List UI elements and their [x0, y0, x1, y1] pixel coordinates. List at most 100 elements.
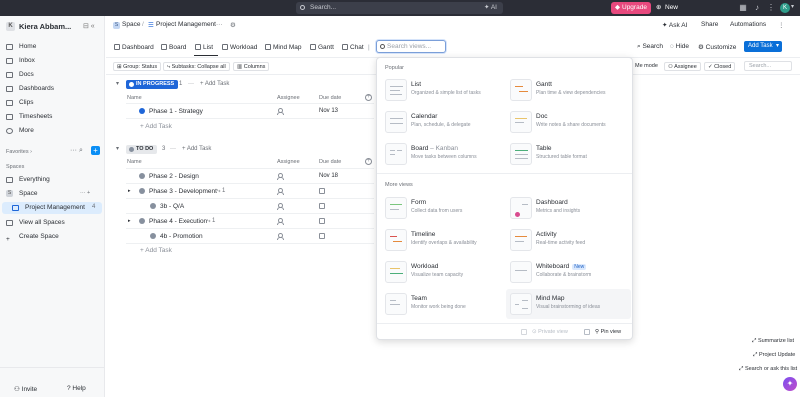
- sidebar-item-create-space[interactable]: + Create Space: [6, 231, 100, 243]
- customize-button[interactable]: ⚙ Customize: [698, 43, 736, 51]
- assignee-filter-button[interactable]: ⚇ Assignee: [664, 62, 701, 71]
- search-button[interactable]: ⌕ Search: [637, 43, 663, 51]
- add-space-button[interactable]: +: [91, 146, 100, 155]
- private-view-checkbox[interactable]: [521, 329, 527, 335]
- spaces-options-icon[interactable]: ··· ⌕: [70, 147, 83, 155]
- breadcrumb-space[interactable]: Space: [122, 21, 140, 28]
- automations-button[interactable]: Automations: [730, 21, 766, 28]
- sidebar-item-inbox[interactable]: Inbox: [6, 55, 100, 67]
- project-update-link[interactable]: ⤢ Project Update: [753, 352, 795, 359]
- tab-gantt[interactable]: Gantt: [310, 43, 334, 53]
- tab-workload[interactable]: Workload: [222, 43, 257, 53]
- column-header-name[interactable]: Name: [127, 95, 142, 101]
- view-option-team[interactable]: Team Monitor work being done: [385, 291, 507, 317]
- view-option-gantt[interactable]: Gantt Plan time & view dependencies: [510, 77, 632, 103]
- tab-dashboard[interactable]: Dashboard: [114, 43, 154, 53]
- task-name[interactable]: Phase 3 - Development: [149, 188, 217, 195]
- assignee-icon[interactable]: [277, 108, 285, 115]
- calendar-icon[interactable]: [319, 188, 325, 194]
- assignee-icon[interactable]: [277, 203, 285, 210]
- due-date[interactable]: Nov 13: [319, 108, 338, 114]
- task-status-icon[interactable]: [139, 218, 145, 224]
- view-option-calendar[interactable]: Calendar Plan, schedule, & delegate: [385, 109, 507, 135]
- group-more-icon[interactable]: ···: [188, 81, 194, 87]
- closed-filter-button[interactable]: ✓ Closed: [704, 62, 736, 71]
- grid-icon[interactable]: ⋮: [766, 3, 776, 13]
- status-badge[interactable]: TO DO: [126, 145, 158, 154]
- add-task-button[interactable]: Add Task ▾: [744, 41, 782, 52]
- calendar-icon[interactable]: [319, 203, 325, 209]
- help-button[interactable]: ? Help: [67, 385, 86, 392]
- view-option-mind-map[interactable]: Mind Map Visual brainstorming of ideas: [506, 289, 631, 319]
- new-button[interactable]: ⊕ New: [656, 2, 684, 14]
- tab-mind-map[interactable]: Mind Map: [265, 43, 302, 53]
- apps-icon[interactable]: ▦: [738, 3, 748, 13]
- group-more-icon[interactable]: ···: [170, 146, 176, 152]
- view-option-dashboard[interactable]: Dashboard Metrics and insights: [510, 195, 632, 221]
- collapse-group-icon[interactable]: ▾: [116, 80, 119, 87]
- sidebar-item-clips[interactable]: Clips: [6, 97, 100, 109]
- view-option-timeline[interactable]: Timeline Identify overlaps & availabilit…: [385, 227, 507, 253]
- task-name[interactable]: 4b - Promotion: [160, 233, 203, 240]
- calendar-icon[interactable]: [319, 218, 325, 224]
- calendar-icon[interactable]: [319, 233, 325, 239]
- summarize-list-link[interactable]: ⤢ Summarize list: [752, 338, 794, 345]
- view-option-whiteboard[interactable]: Whiteboard New Collaborate & brainstorm: [510, 259, 632, 285]
- settings-icon[interactable]: ⚙: [230, 21, 236, 29]
- view-option-board[interactable]: Board – Kanban Move tasks between column…: [385, 141, 507, 167]
- task-status-icon[interactable]: [150, 233, 156, 239]
- group-by-button[interactable]: ⊞ Group: Status: [113, 62, 162, 71]
- subtasks-button[interactable]: ⤷ Subtasks: Collapse all: [163, 62, 230, 71]
- task-status-icon[interactable]: [139, 188, 145, 194]
- sidebar-item-everything[interactable]: Everything: [6, 174, 100, 186]
- task-name[interactable]: 3b - Q/A: [160, 203, 184, 210]
- expand-subtasks-icon[interactable]: ▸: [128, 188, 131, 194]
- bell-icon[interactable]: ♪: [752, 3, 762, 13]
- sidebar-collapse-icon[interactable]: ⊟ «: [83, 22, 95, 30]
- column-header-assignee[interactable]: Assignee: [277, 95, 300, 101]
- status-badge[interactable]: IN PROGRESS: [126, 80, 179, 89]
- pin-view-checkbox[interactable]: [584, 329, 590, 335]
- view-option-workload[interactable]: Workload Visualize team capacity: [385, 259, 507, 285]
- invite-button[interactable]: ⚇ Invite: [14, 385, 37, 393]
- ai-button[interactable]: ✦ AI: [484, 2, 497, 14]
- chevron-down-icon[interactable]: ▾: [776, 41, 779, 52]
- hide-button[interactable]: ◌ Hide: [670, 43, 689, 50]
- add-task-row[interactable]: + Add Task: [140, 247, 172, 254]
- global-search[interactable]: Search... ✦ AI: [296, 2, 503, 14]
- search-views-input[interactable]: Search views...: [376, 40, 446, 53]
- column-header-assignee[interactable]: Assignee: [277, 159, 300, 165]
- subtask-count[interactable]: ⤷ 1: [217, 188, 225, 195]
- task-status-icon[interactable]: [150, 203, 156, 209]
- add-column-button[interactable]: +: [365, 94, 372, 101]
- sidebar-item-home[interactable]: Home: [6, 41, 100, 53]
- space-options-icon[interactable]: ··· +: [80, 190, 90, 196]
- task-status-icon[interactable]: [139, 108, 145, 114]
- share-button[interactable]: Share: [701, 21, 718, 28]
- ask-ai-button[interactable]: ✦ Ask AI: [662, 21, 687, 29]
- group-add-task-button[interactable]: + Add Task: [182, 146, 211, 152]
- add-task-row[interactable]: + Add Task: [140, 123, 172, 130]
- sidebar-item-project-management[interactable]: Project Management: [12, 202, 90, 214]
- view-option-table[interactable]: Table Structured table format: [510, 141, 632, 167]
- sidebar-item-timesheets[interactable]: Timesheets: [6, 111, 100, 123]
- view-option-form[interactable]: Form Collect data from users: [385, 195, 507, 221]
- column-header-name[interactable]: Name: [127, 159, 142, 165]
- subtask-count[interactable]: ⤷ 1: [207, 218, 215, 225]
- view-option-list[interactable]: List Organized & simple list of tasks: [385, 77, 507, 103]
- tab-chat[interactable]: Chat: [342, 43, 364, 53]
- task-status-icon[interactable]: [139, 173, 145, 179]
- list-search-input[interactable]: Search...: [744, 61, 792, 71]
- column-header-due-date[interactable]: Due date: [319, 159, 341, 165]
- task-name[interactable]: Phase 1 - Strategy: [149, 108, 203, 115]
- column-header-due-date[interactable]: Due date: [319, 95, 341, 101]
- chevron-down-icon[interactable]: ▾: [791, 3, 794, 10]
- search-ask-link[interactable]: ⤢ Search or ask this list: [739, 366, 797, 373]
- tab-board[interactable]: Board: [161, 43, 186, 53]
- me-mode-button[interactable]: Me mode: [635, 62, 658, 71]
- sidebar-item-more[interactable]: More: [6, 125, 100, 137]
- sidebar-item-docs[interactable]: Docs: [6, 69, 100, 81]
- workspace-switcher[interactable]: K Kiera Abbam...: [6, 21, 78, 32]
- task-name[interactable]: Phase 4 - Execution: [149, 218, 207, 225]
- sidebar-item-dashboards[interactable]: Dashboards: [6, 83, 100, 95]
